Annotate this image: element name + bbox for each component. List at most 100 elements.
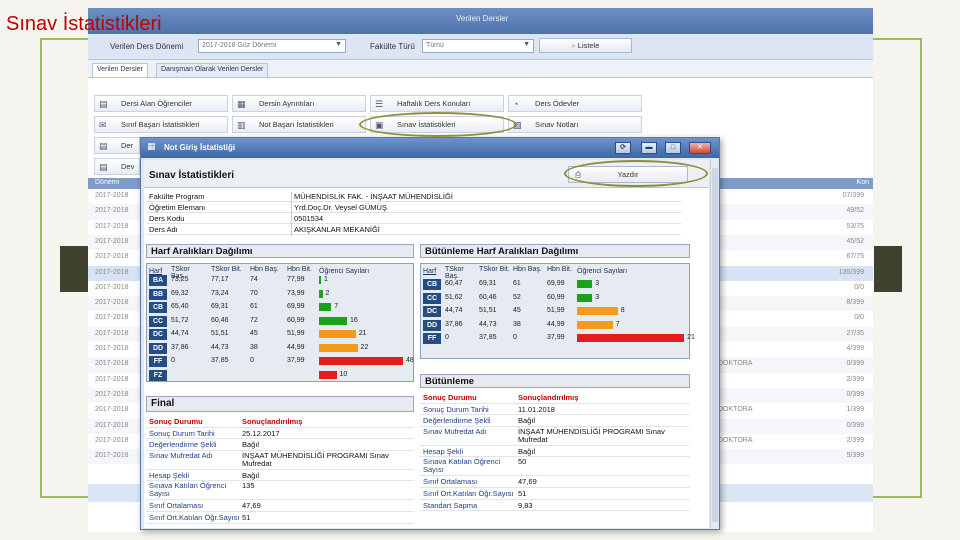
tab-given-courses[interactable]: Verilen Dersler [92, 63, 148, 77]
list-button-label: Listele [577, 41, 600, 50]
stats-dialog: ▦ Not Giriş İstatistiği ⟳ ▬ □ ✕ Sınav İs… [140, 137, 720, 530]
list-button[interactable]: ⌕ Listele [539, 38, 632, 53]
grade-hbn-end: 73,99 [287, 289, 305, 297]
detail-value: 11.01.2018 [518, 404, 555, 414]
maximize-icon[interactable]: □ [665, 142, 681, 154]
detail-row: Sınıf Ort.Katılan Öğr.Sayısı 51 [420, 488, 690, 500]
info-key: Fakülte Program [149, 192, 205, 201]
detail-row: Sınav Mufredat Adı İNŞAAT MÜHENDİSLİĞİ PR… [146, 451, 414, 470]
chart-icon: ▥ [237, 120, 246, 130]
grade-ts-end: 73,24 [211, 289, 229, 297]
final-panel-title: Final [146, 396, 414, 412]
detail-key: Sonuç Durum Tarihi [149, 428, 215, 438]
detail-value: 135 [242, 481, 255, 491]
makeup-exam-details: Sonuç Durumu Sonuçlandırılmış Sonuç Durum … [420, 392, 690, 528]
grade-stats-button[interactable]: ▥ Not Başarı İstatistikleri [232, 116, 366, 133]
count-value: 16 [350, 316, 358, 324]
grade-row: FZ 10 [147, 369, 413, 383]
detail-key: Sonuç Durumu [423, 393, 477, 402]
tab-label: Verilen Dersler [97, 66, 143, 73]
row-period: 2017-2018 [95, 253, 129, 261]
row-quota: 2/399 [846, 375, 864, 383]
stats-icon: ✉ [99, 120, 107, 130]
row-quota: 0/399 [846, 390, 864, 398]
grade-row: CB 65,40 69,31 61 69,99 7 [147, 301, 413, 315]
scrollbar-thumb[interactable] [712, 168, 718, 522]
detail-value: 47,69 [242, 501, 261, 511]
detail-key: Standart Sapma [423, 500, 478, 510]
partial-button-1[interactable]: ▤ Der [94, 137, 140, 154]
button-label: Dersin Ayrıntıları [259, 99, 315, 108]
period-select-value: 2017-2018 Güz Dönemi [202, 42, 277, 49]
assignments-button[interactable]: ◔ Ders Ödevler [508, 95, 642, 112]
detail-value: Bağıl [518, 446, 536, 456]
row-quota: 1/399 [846, 406, 864, 414]
detail-key: Sınıf Ortalaması [423, 477, 478, 487]
grade-row: CC 51,72 60,46 72 60,99 16 [147, 315, 413, 329]
count-value: 48 [406, 357, 414, 364]
detail-key: Sınıf Ortalaması [149, 501, 204, 511]
grade-ts-start: 44,74 [445, 307, 463, 314]
class-stats-button[interactable]: ✉ Sınıf Başarı İstatistikleri [94, 116, 228, 133]
tab-advisor-courses[interactable]: Danışman Olarak Verilen Dersler [156, 63, 269, 77]
grade-row: CC 51,62 60,46 52 60,99 3 [421, 292, 689, 306]
faculty-type-select[interactable]: Tümü ▼ [422, 39, 534, 53]
row-quota: 8/399 [846, 299, 864, 307]
grade-row: FF 0 37,85 0 37,99 48 [147, 355, 414, 369]
grade-ts-end: 77,17 [211, 276, 229, 283]
button-label: Der [121, 141, 134, 150]
dialog-titlebar[interactable]: ▦ Not Giriş İstatistiği ⟳ ▬ □ ✕ [141, 138, 719, 158]
detail-key: Değerlendirme Şekli [423, 416, 491, 426]
count-bar [319, 316, 347, 325]
count-bar [577, 307, 618, 315]
dialog-icon: ▦ [147, 141, 156, 151]
row-period: 2017-2018 [95, 314, 129, 322]
document-icon: ▤ [99, 141, 108, 151]
grade-ts-start: 73,25 [171, 276, 189, 283]
detail-value: 25.12.2017 [242, 428, 280, 438]
faculty-type-value: Tümü [426, 42, 444, 49]
exam-notes-button[interactable]: ▧ Sınav Notları [508, 116, 642, 133]
faculty-type-label: Fakülte Türü [370, 42, 415, 51]
grade-row: BA 73,25 77,17 74 77,99 1 [147, 274, 413, 288]
students-button[interactable]: ▤ Dersi Alan Öğrenciler [94, 95, 228, 112]
detail-key: Değerlendirme Şekli [149, 440, 217, 450]
count-bar [319, 276, 321, 284]
course-details-button[interactable]: ▦ Dersin Ayrıntıları [232, 95, 366, 112]
minimize-icon[interactable]: ▬ [641, 142, 657, 154]
row-quota: 4/399 [846, 345, 864, 352]
column-header: Hbn Baş. [513, 266, 542, 273]
row-quota: 2/399 [846, 436, 864, 444]
row-period: 2017-2018 [95, 283, 129, 291]
detail-row: Sonuç Durumu Sonuçlandırılmış [146, 416, 414, 428]
row-period: 2017-2018 [95, 421, 129, 429]
letter-grade: DC [149, 329, 167, 340]
bg-table-header-right: Kon [856, 179, 869, 186]
dialog-scrollbar[interactable] [710, 160, 718, 528]
row-quota: 45/52 [846, 237, 864, 245]
period-select[interactable]: 2017-2018 Güz Dönemi ▼ [198, 39, 346, 53]
letter-grade: BA [149, 275, 167, 286]
weekly-topics-button[interactable]: ☰ Haftalık Ders Konuları [370, 95, 504, 112]
info-key: Ders Kodu [149, 214, 185, 223]
document-icon: ▤ [99, 162, 108, 172]
row-period: 2017-2018 [95, 222, 129, 230]
row-period: 2017-2018 [95, 268, 129, 276]
detail-row: Sınava Katılan Öğrenci Sayısı 135 [146, 481, 414, 501]
grade-ts-end: 37,85 [211, 357, 229, 364]
refresh-icon[interactable]: ⟳ [615, 142, 631, 154]
partial-button-2[interactable]: ▤ Dev [94, 158, 140, 175]
letter-grade: DD [149, 342, 167, 354]
info-key: Öğretim Elemanı [149, 203, 206, 212]
column-header: Hbn Bit. [547, 266, 572, 273]
column-header: Harf [423, 268, 437, 275]
app-header: Verilen Dersler [88, 8, 873, 34]
chevron-down-icon: ▼ [523, 41, 530, 48]
grade-hbn-start: 45 [513, 307, 521, 314]
close-icon[interactable]: ✕ [689, 142, 711, 154]
detail-key: Sınava Katılan Öğrenci Sayısı [149, 481, 227, 499]
detail-value: 9,83 [518, 500, 533, 510]
detail-value: İNŞAAT MÜHENDİSLİĞİ PROGRAMI Sınav Mufre… [518, 426, 665, 444]
grade-ts-start: 60,47 [445, 280, 463, 287]
detail-key: Hesap Şekli [423, 446, 464, 456]
